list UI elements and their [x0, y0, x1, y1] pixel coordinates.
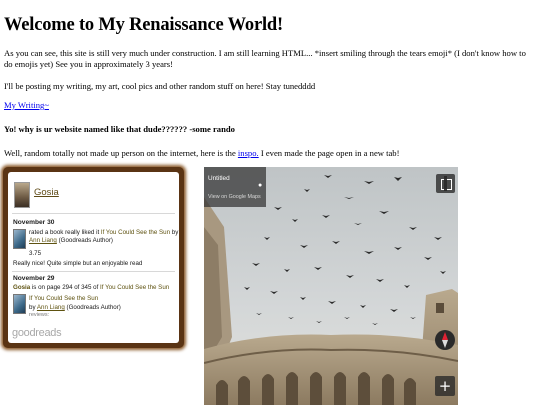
activity-date: November 29 [13, 275, 55, 282]
goodreads-widget-body: Gosia November 30 rated a book really li… [8, 172, 179, 343]
activity-date: November 30 [13, 219, 55, 226]
question-paragraph: Yo! why is ur website named like that du… [4, 124, 235, 134]
writing-paragraph: My Writing~ [4, 100, 49, 111]
map-pin-icon[interactable]: ● [258, 182, 264, 189]
goodreads-user-link[interactable]: Gosia [13, 284, 30, 291]
author-link[interactable]: Ann Liang [37, 304, 65, 311]
book-rating: 3.75 [29, 250, 42, 257]
view-on-google-maps-link[interactable]: View on Google Maps [208, 194, 261, 200]
progress-line: Gosia is on page 294 of 345 of If You Co… [13, 284, 169, 292]
book-title-link[interactable]: If You Could See the Sun [101, 229, 170, 236]
divider [12, 271, 175, 272]
activity-by-text: by [170, 229, 179, 236]
zoom-in-button[interactable]: + [435, 376, 455, 396]
activity-text: rated a book really liked it [29, 229, 101, 236]
author-note: (Goodreads Author) [56, 237, 113, 244]
answer-text-before: Well, random totally not made up person … [4, 148, 238, 158]
activity-line: rated a book really liked it If You Coul… [29, 229, 178, 237]
answer-text-after: I even made the page open in a new tab! [258, 148, 400, 158]
goodreads-widget: Gosia November 30 rated a book really li… [3, 167, 184, 348]
compass-icon[interactable] [435, 330, 455, 350]
book-title-line: If You Could See the Sun [29, 295, 98, 303]
my-writing-link[interactable]: My Writing~ [4, 100, 49, 110]
street-view-embed[interactable]: Untitled ● View on Google Maps + [204, 167, 458, 405]
goodreads-logo[interactable]: goodreads [12, 327, 62, 339]
page-title: Welcome to My Renaissance World! [4, 15, 283, 35]
page-content: Welcome to My Renaissance World! As you … [4, 0, 536, 158]
book-title-link[interactable]: If You Could See the Sun [100, 284, 169, 291]
reviews-cut-text: reviews: [29, 312, 50, 318]
book-cover-image[interactable] [13, 229, 26, 249]
author-link[interactable]: Ann Liang [29, 237, 57, 244]
posting-paragraph: I'll be posting my writing, my art, cool… [4, 81, 316, 91]
author-note: (Goodreads Author) [64, 304, 121, 311]
inspo-link[interactable]: inspo. [238, 148, 259, 158]
fullscreen-icon[interactable] [436, 174, 455, 193]
goodreads-header: Gosia [14, 182, 174, 208]
intro-paragraph: As you can see, this site is still very … [4, 48, 526, 69]
goodreads-user-name[interactable]: Gosia [34, 187, 59, 198]
author-line: Ann Liang (Goodreads Author) [29, 237, 113, 245]
book-cover-image[interactable] [13, 294, 26, 314]
by-text: by [29, 304, 37, 311]
street-view-title: Untitled [208, 175, 230, 182]
review-text: Really nice! Quite simple but an enjoyab… [13, 260, 143, 267]
book-title-link[interactable]: If You Could See the Sun [29, 295, 98, 302]
divider [12, 213, 175, 214]
avatar[interactable] [14, 182, 30, 208]
progress-text: is on page 294 of 345 of [30, 284, 101, 291]
answer-paragraph: Well, random totally not made up person … [4, 148, 399, 159]
street-view-info-box: Untitled ● View on Google Maps [204, 167, 266, 207]
